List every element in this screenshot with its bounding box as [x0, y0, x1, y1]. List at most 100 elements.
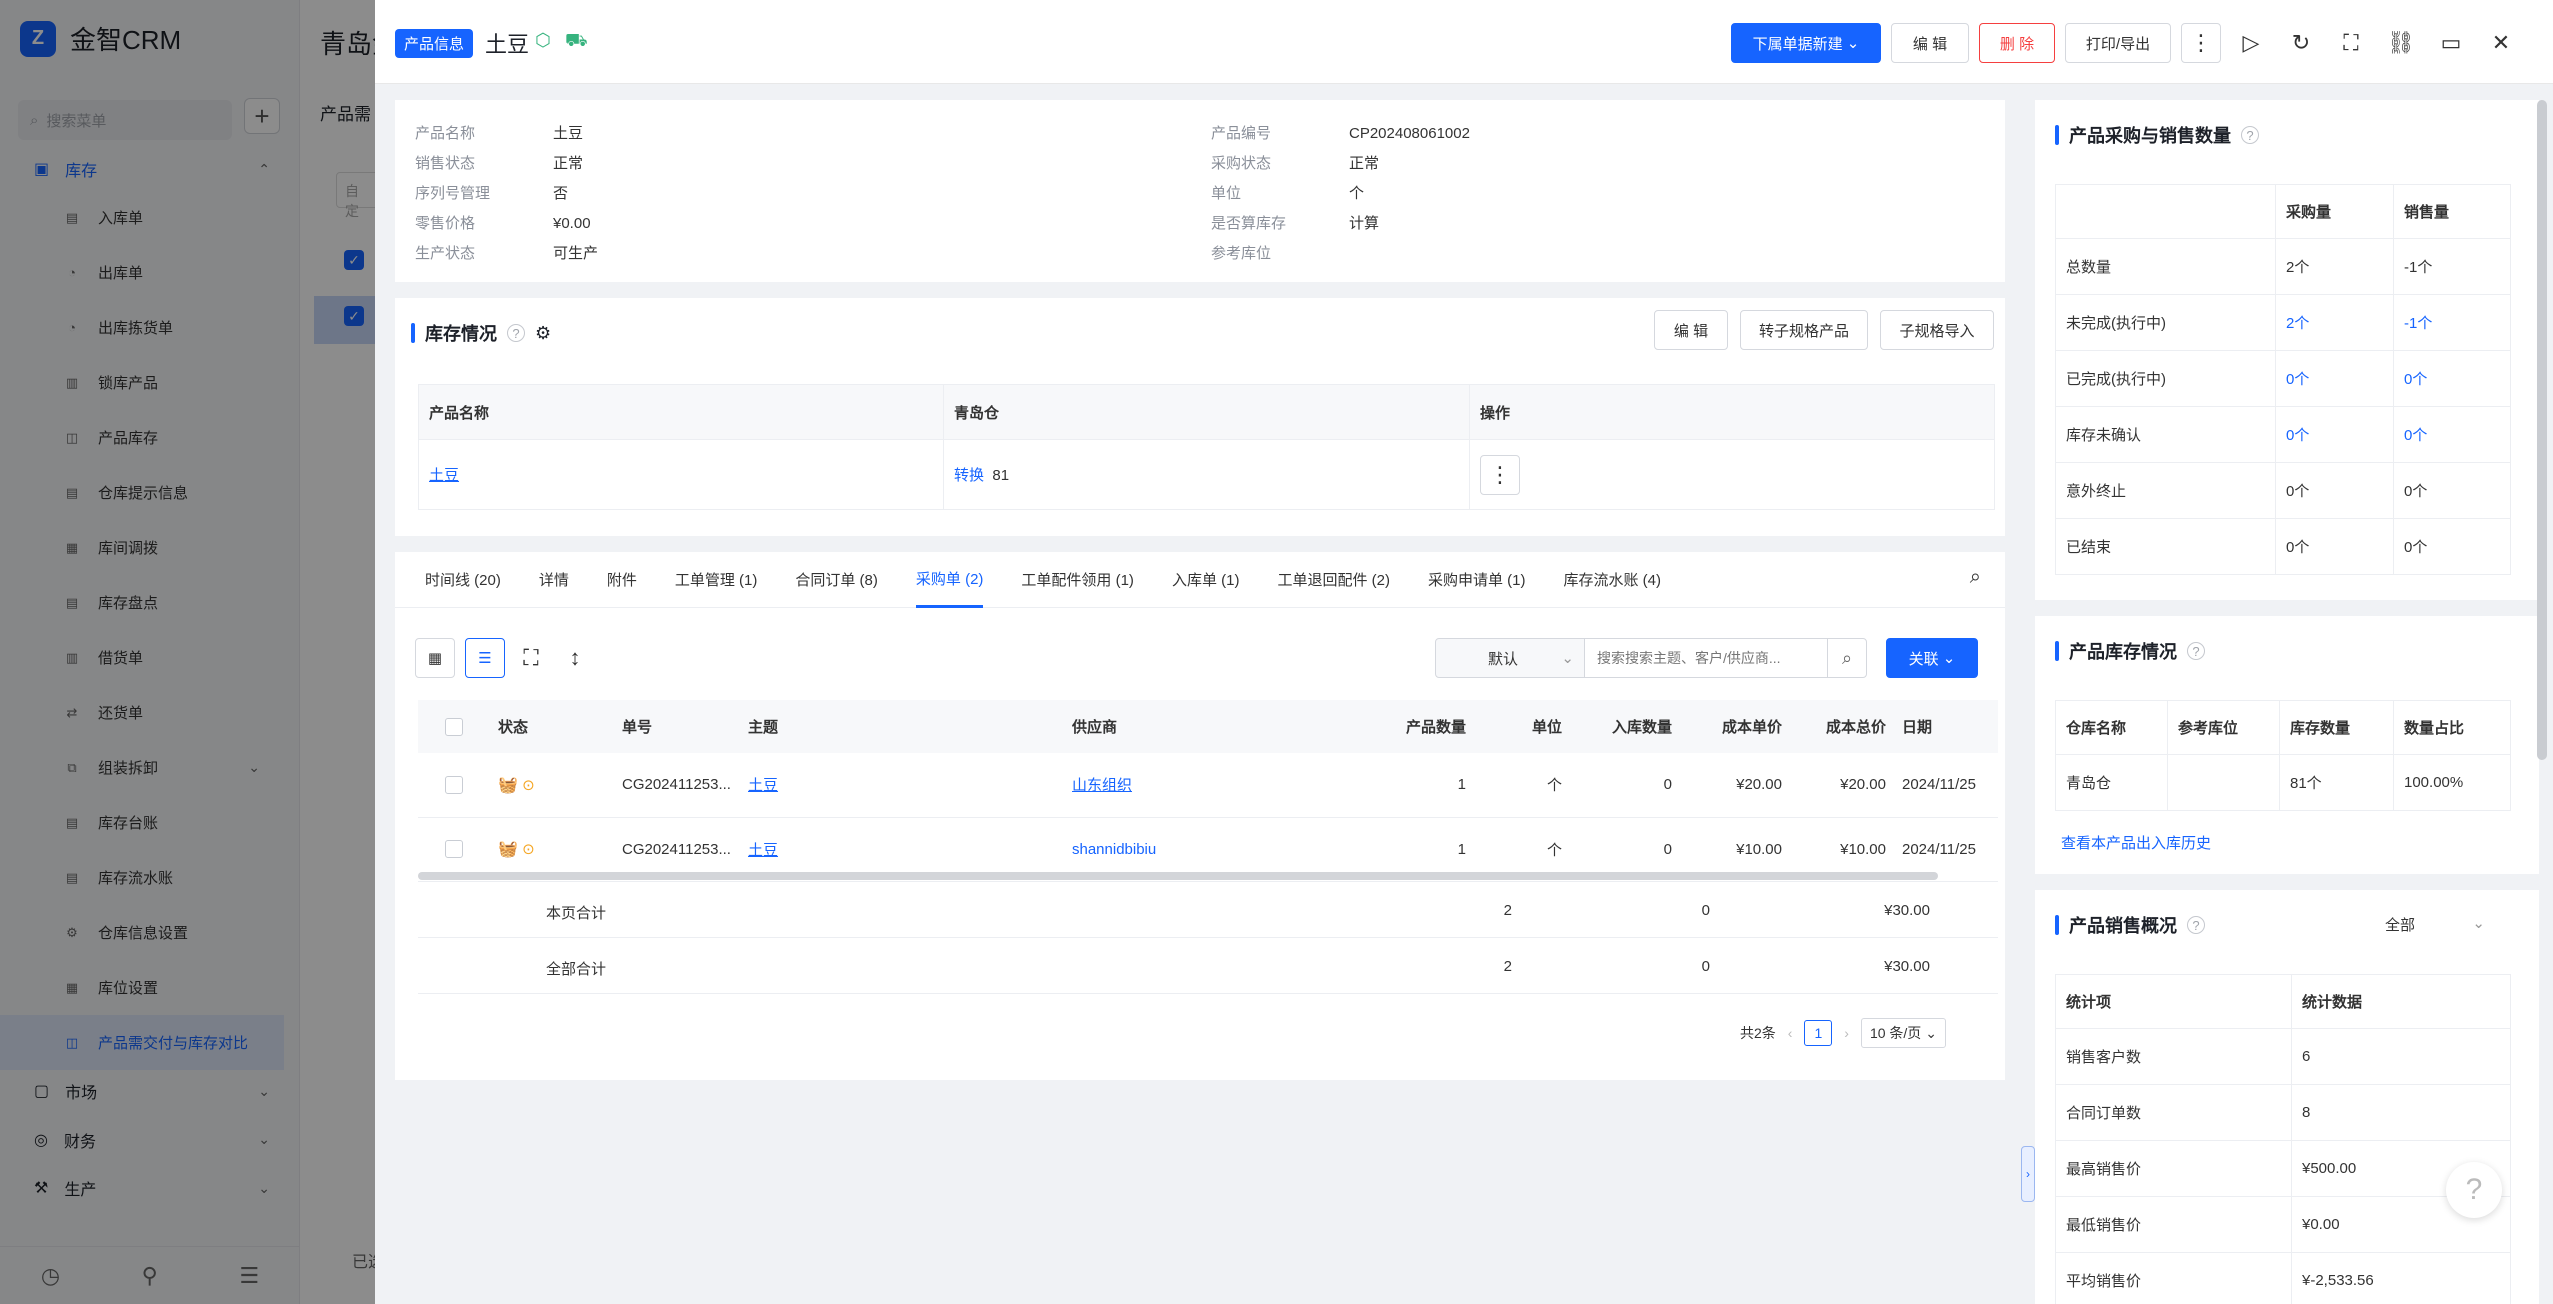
search-icon[interactable]: ⌕: [1970, 566, 1981, 589]
sales-filter-value: 全部: [2385, 917, 2416, 934]
column-header: 统计项: [2055, 974, 2292, 1029]
purchase-value-link[interactable]: 0个: [2275, 406, 2394, 463]
more-button[interactable]: ⋮: [2181, 23, 2221, 63]
sales-filter-select[interactable]: 全部 ⌄: [2385, 914, 2485, 935]
info-field: 单位 个: [1211, 182, 1364, 203]
pagination-total: 共2条: [1740, 1025, 1776, 1041]
column-header: 采购量: [2275, 184, 2394, 239]
supplier-link[interactable]: shannidbibiu: [1072, 841, 1156, 858]
tab-purchase-requests[interactable]: 采购申请单 (1): [1428, 569, 1526, 590]
filter-select[interactable]: 默认 ⌄: [1435, 638, 1585, 678]
product-name-link[interactable]: 土豆: [429, 467, 459, 484]
sales-value-link[interactable]: 0个: [2393, 350, 2511, 407]
close-icon[interactable]: ✕: [2481, 23, 2521, 63]
purchase-sales-title: 产品采购与销售数量?: [2055, 122, 2259, 148]
purchase-value-link[interactable]: 2个: [2275, 294, 2394, 351]
info-field: 生产状态 可生产: [415, 242, 598, 263]
help-icon[interactable]: ?: [2187, 916, 2205, 934]
help-icon[interactable]: ?: [2187, 642, 2205, 660]
sales-value: 0个: [2393, 518, 2511, 575]
stat-label: 最低销售价: [2055, 1196, 2292, 1253]
refresh-icon[interactable]: ↻: [2281, 23, 2321, 63]
settings-icon[interactable]: ⚙: [535, 323, 551, 344]
transfer-sub-spec-button[interactable]: 转子规格产品: [1740, 310, 1868, 350]
tab-attachments[interactable]: 附件: [607, 569, 637, 590]
purchase-order-table: 状态 单号 主题 供应商 产品数量 单位 入库数量 成本单价 成本总价 日期 🧺…: [418, 700, 1998, 882]
delete-button[interactable]: 删 除: [1979, 23, 2055, 63]
tab-parts-usage[interactable]: 工单配件领用 (1): [1021, 569, 1134, 590]
help-icon[interactable]: ?: [2241, 126, 2259, 144]
chevron-down-icon: ⌄: [2472, 915, 2485, 932]
link-icon[interactable]: ⛓: [2381, 23, 2421, 63]
panel-toggle-handle[interactable]: ›: [2021, 1146, 2035, 1202]
po-unit: 个: [1474, 753, 1570, 818]
page-number[interactable]: 1: [1804, 1020, 1833, 1046]
monitor-icon[interactable]: ▭: [2431, 23, 2471, 63]
info-field: 产品名称 土豆: [415, 122, 583, 143]
chevron-down-icon: ⌄: [1561, 650, 1574, 667]
more-vertical-icon: ⋮: [1489, 461, 1511, 487]
sales-title: 产品销售概况?: [2055, 912, 2205, 938]
tab-timeline[interactable]: 时间线 (20): [425, 569, 501, 590]
filter-select-value: 默认: [1488, 650, 1519, 668]
drawer-header: 产品信息 土豆 ⬡ ⛟ 下属单据新建 ⌄ 编 辑 删 除 打印/导出 ⋮ ▷ ↻…: [375, 0, 2553, 84]
select-all-checkbox[interactable]: [445, 717, 463, 736]
subject-link[interactable]: 土豆: [748, 842, 778, 859]
help-icon[interactable]: ?: [507, 324, 525, 342]
row-checkbox[interactable]: [445, 840, 463, 859]
info-label: 生产状态: [415, 245, 476, 262]
column-header: 数量占比: [2393, 700, 2511, 755]
prev-page-icon[interactable]: ‹: [1788, 1025, 1793, 1041]
reference-location: [2167, 754, 2280, 811]
row-height-icon[interactable]: ↕: [555, 638, 595, 678]
info-value: 正常: [1349, 155, 1380, 172]
supplier-link[interactable]: 山东组织: [1072, 777, 1132, 794]
list-view-button[interactable]: ☰: [465, 638, 505, 678]
column-header: 销售量: [2393, 184, 2511, 239]
info-field: 产品编号 CP202408061002: [1211, 122, 1470, 143]
header-checkbox-cell: [418, 700, 490, 753]
row-more-button[interactable]: ⋮: [1480, 454, 1520, 495]
stock-history-link[interactable]: 查看本产品出入库历史: [2061, 832, 2211, 853]
create-downstream-button[interactable]: 下属单据新建 ⌄: [1731, 23, 1881, 63]
stock-card: 产品库存情况? 仓库名称 参考库位 库存数量 数量占比 青岛仓 81个 100.00% 查…: [2035, 616, 2539, 874]
sales-value-link[interactable]: 0个: [2393, 406, 2511, 463]
tab-stock-ledger[interactable]: 库存流水账 (4): [1563, 569, 1661, 590]
sales-value-link[interactable]: -1个: [2393, 294, 2511, 351]
play-icon[interactable]: ▷: [2231, 23, 2271, 63]
tab-contracts[interactable]: 合同订单 (8): [795, 569, 878, 590]
sub-spec-import-button[interactable]: 子规格导入: [1880, 310, 1994, 350]
search-button[interactable]: ⌕: [1827, 638, 1867, 678]
product-drawer: 产品信息 土豆 ⬡ ⛟ 下属单据新建 ⌄ 编 辑 删 除 打印/导出 ⋮ ▷ ↻…: [375, 0, 2553, 1304]
next-page-icon[interactable]: ›: [1844, 1025, 1849, 1041]
expand-icon[interactable]: ⛶: [511, 638, 551, 678]
print-export-button[interactable]: 打印/导出: [2065, 23, 2171, 63]
fullscreen-icon[interactable]: ⛶: [2331, 23, 2371, 63]
tab-work-orders[interactable]: 工单管理 (1): [675, 569, 758, 590]
horizontal-scrollbar[interactable]: [418, 872, 1938, 880]
column-header: 青岛仓: [943, 384, 1470, 440]
tab-purchase-orders[interactable]: 采购单 (2): [915, 552, 984, 608]
edit-button[interactable]: 编 辑: [1891, 23, 1969, 63]
help-float-button[interactable]: ?: [2446, 1162, 2502, 1218]
table-row: 未完成(执行中) 2个 -1个: [2055, 294, 2511, 351]
po-date: 2024/11/25: [1894, 753, 1998, 818]
all-total-label: 全部合计: [546, 961, 607, 978]
row-checkbox[interactable]: [445, 775, 463, 794]
purchase-value-link[interactable]: 0个: [2275, 350, 2394, 407]
po-search-input[interactable]: [1584, 638, 1828, 678]
inventory-edit-button[interactable]: 编 辑: [1654, 310, 1728, 350]
tab-parts-return[interactable]: 工单退回配件 (2): [1277, 569, 1390, 590]
tab-stock-in[interactable]: 入库单 (1): [1172, 569, 1240, 590]
tab-details[interactable]: 详情: [539, 569, 569, 590]
subject-link[interactable]: 土豆: [748, 777, 778, 794]
po-total-cost: ¥20.00: [1790, 753, 1894, 818]
column-header: 单位: [1474, 700, 1570, 753]
column-settings-button[interactable]: ▦: [415, 638, 455, 678]
sales-table: 统计项 统计数据 销售客户数 6 合同订单数 8 最高销售价 ¥500.00 最低销售价…: [2055, 974, 2511, 1304]
convert-link[interactable]: 转换: [954, 467, 984, 484]
link-button[interactable]: 关联 ⌄: [1886, 638, 1978, 678]
product-info-card: 产品名称 土豆 销售状态 正常 序列号管理 否 零售价格 ¥0.00 生产状态 可生产 产…: [395, 100, 2005, 282]
vertical-scrollbar[interactable]: [2537, 100, 2547, 760]
page-size-select[interactable]: 10 条/页 ⌄: [1860, 1018, 1946, 1048]
